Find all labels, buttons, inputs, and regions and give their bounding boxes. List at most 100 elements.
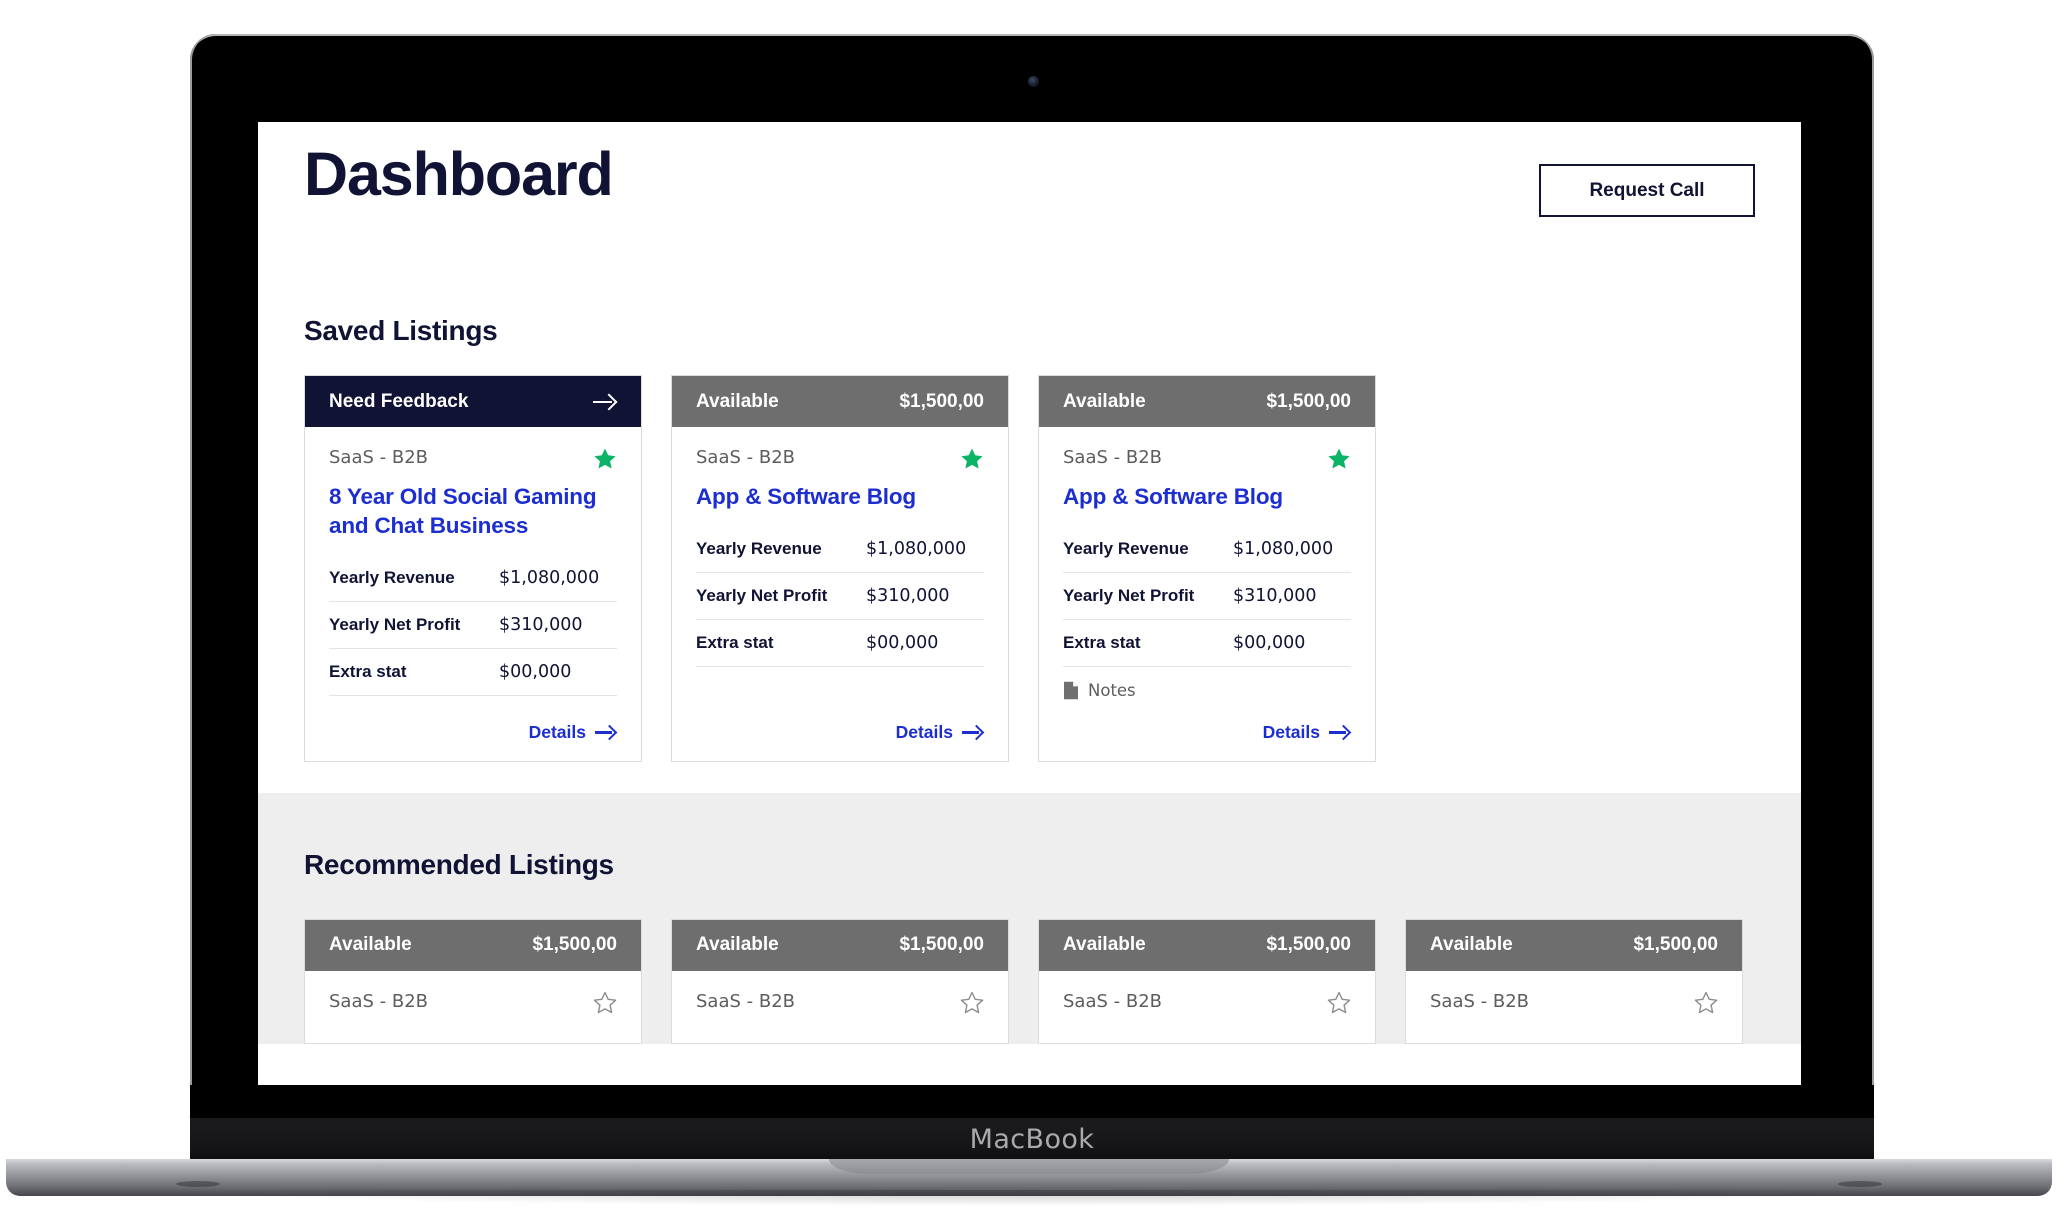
card-stat-label: Yearly Revenue: [696, 538, 822, 558]
card-meta-row: SaaS - B2B: [696, 447, 984, 475]
card-status-label: Need Feedback: [329, 390, 469, 412]
card-stat-row: Extra stat $00,000: [329, 649, 617, 696]
card-footer: Details: [1063, 700, 1351, 743]
card-title-link[interactable]: App & Software Blog: [1063, 483, 1351, 512]
card-stat-value: $00,000: [866, 632, 939, 653]
card-status-header[interactable]: Available $1,500,00: [672, 919, 1008, 971]
star-filled-icon[interactable]: [960, 447, 984, 470]
laptop-screen: Dashboard Request Call Saved Listings Ne…: [258, 122, 1801, 1085]
card-category-label: SaaS - B2B: [329, 990, 428, 1012]
page-header: Dashboard Request Call: [304, 122, 1755, 217]
card-category-label: SaaS - B2B: [696, 990, 795, 1012]
card-price: $1,500,00: [1266, 390, 1351, 412]
recommended-listing-card[interactable]: Available $1,500,00 SaaS - B2B: [1405, 918, 1743, 1044]
recommended-listings-card-row: Available $1,500,00 SaaS - B2B Available $1,…: [304, 918, 1755, 1044]
card-stats-list: Yearly Revenue $1,080,000 Yearly Net Profi…: [1063, 526, 1351, 667]
star-filled-icon[interactable]: [1327, 447, 1351, 470]
star-outline-icon[interactable]: [593, 991, 617, 1014]
laptop-base-notch: [829, 1159, 1229, 1174]
card-body: SaaS - B2B: [305, 971, 641, 1043]
card-stat-value: $1,080,000: [1233, 538, 1334, 559]
card-category-label: SaaS - B2B: [696, 447, 795, 468]
card-stat-row: Extra stat $00,000: [696, 620, 984, 667]
card-price: $1,500,00: [532, 934, 617, 956]
card-meta-row: SaaS - B2B: [1430, 991, 1718, 1019]
recommended-listing-card[interactable]: Available $1,500,00 SaaS - B2B: [671, 918, 1009, 1044]
star-filled-icon[interactable]: [593, 447, 617, 470]
card-stat-value: $1,080,000: [499, 567, 600, 588]
card-body: SaaS - B2B App & Software Blog Yearly Reve…: [1039, 427, 1375, 761]
macbook-brand-strip: MacBook: [190, 1118, 1874, 1160]
card-notes-label: Notes: [1088, 680, 1136, 700]
card-title-link[interactable]: App & Software Blog: [696, 483, 984, 512]
section-spacer: [258, 761, 1801, 793]
card-stat-label: Extra stat: [1063, 632, 1141, 652]
card-category-label: SaaS - B2B: [1430, 990, 1529, 1012]
card-stat-label: Yearly Net Profit: [1063, 585, 1195, 605]
card-details-link[interactable]: Details: [896, 722, 984, 743]
card-footer: Details: [329, 700, 617, 743]
card-details-link[interactable]: Details: [529, 722, 617, 743]
card-title-link[interactable]: 8 Year Old Social Gaming and Chat Busine…: [329, 483, 617, 541]
card-stat-value: $00,000: [499, 661, 572, 682]
card-stat-row: Yearly Net Profit $310,000: [696, 573, 984, 620]
star-outline-icon[interactable]: [1327, 991, 1351, 1014]
camera-dot-icon: [1028, 76, 1039, 87]
card-stat-row: Yearly Revenue $1,080,000: [1063, 526, 1351, 573]
page-title: Dashboard: [304, 140, 614, 208]
notes-document-icon: [1064, 681, 1078, 699]
card-status-label: Available: [1430, 934, 1513, 956]
card-body: SaaS - B2B App & Software Blog Yearly Reve…: [672, 427, 1008, 761]
recommended-listing-card[interactable]: Available $1,500,00 SaaS - B2B: [304, 918, 642, 1044]
card-status-header[interactable]: Available $1,500,00: [305, 919, 641, 971]
star-outline-icon[interactable]: [960, 991, 984, 1014]
saved-listing-card[interactable]: Available $1,500,00 SaaS - B2B App & Softwa…: [671, 375, 1009, 762]
dashboard-recommended-section: Recommended Listings Available $1,500,00 S…: [258, 792, 1801, 1044]
card-status-label: Available: [1063, 390, 1146, 412]
card-price: $1,500,00: [899, 934, 984, 956]
card-stats-list: Yearly Revenue $1,080,000 Yearly Net Profi…: [329, 555, 617, 696]
card-details-arrow-icon: [1329, 724, 1351, 740]
card-stat-label: Yearly Net Profit: [696, 585, 828, 605]
card-details-arrow-icon: [595, 724, 617, 740]
card-stat-row: Yearly Revenue $1,080,000: [329, 555, 617, 602]
card-stat-label: Extra stat: [329, 661, 407, 681]
card-status-header[interactable]: Need Feedback: [305, 376, 641, 427]
laptop-base-foot-right: [1838, 1181, 1882, 1187]
laptop-mockup-stage: Dashboard Request Call Saved Listings Ne…: [0, 0, 2058, 1230]
card-details-link[interactable]: Details: [1263, 722, 1351, 743]
card-status-header[interactable]: Available $1,500,00: [672, 376, 1008, 427]
card-details-arrow-icon: [962, 724, 984, 740]
card-notes-row[interactable]: Notes: [1063, 681, 1351, 700]
saved-listing-card[interactable]: Available $1,500,00 SaaS - B2B App & Softwa…: [1038, 375, 1376, 762]
card-meta-row: SaaS - B2B: [329, 447, 617, 475]
request-call-button[interactable]: Request Call: [1539, 164, 1755, 217]
recommended-listing-card[interactable]: Available $1,500,00 SaaS - B2B: [1038, 918, 1376, 1044]
card-meta-row: SaaS - B2B: [329, 991, 617, 1019]
dashboard-top-section: Dashboard Request Call Saved Listings Ne…: [258, 122, 1801, 762]
card-status-label: Available: [696, 934, 779, 956]
saved-listings-card-row: Need Feedback SaaS - B2B 8 Year Old Social…: [304, 375, 1755, 762]
card-stat-value: $310,000: [1233, 585, 1317, 606]
card-body: SaaS - B2B: [672, 971, 1008, 1043]
card-body: SaaS - B2B: [1039, 971, 1375, 1043]
star-outline-icon[interactable]: [1694, 991, 1718, 1014]
card-status-header[interactable]: Available $1,500,00: [1406, 919, 1742, 971]
card-status-header[interactable]: Available $1,500,00: [1039, 919, 1375, 971]
card-status-label: Available: [1063, 934, 1146, 956]
laptop-base-foot-left: [176, 1181, 220, 1187]
card-stat-label: Yearly Net Profit: [329, 614, 461, 634]
card-stat-value: $1,080,000: [866, 538, 967, 559]
card-price: $1,500,00: [899, 390, 984, 412]
card-stat-row: Yearly Revenue $1,080,000: [696, 526, 984, 573]
card-stat-label: Extra stat: [696, 632, 774, 652]
macbook-brand-label: MacBook: [969, 1123, 1095, 1155]
card-body: SaaS - B2B: [1406, 971, 1742, 1043]
card-status-label: Available: [696, 390, 779, 412]
card-header-arrow-icon: [593, 393, 617, 411]
card-status-header[interactable]: Available $1,500,00: [1039, 376, 1375, 427]
card-stat-row: Yearly Net Profit $310,000: [1063, 573, 1351, 620]
card-stat-row: Yearly Net Profit $310,000: [329, 602, 617, 649]
card-category-label: SaaS - B2B: [1063, 447, 1162, 468]
saved-listing-card[interactable]: Need Feedback SaaS - B2B 8 Year Old Social…: [304, 375, 642, 762]
